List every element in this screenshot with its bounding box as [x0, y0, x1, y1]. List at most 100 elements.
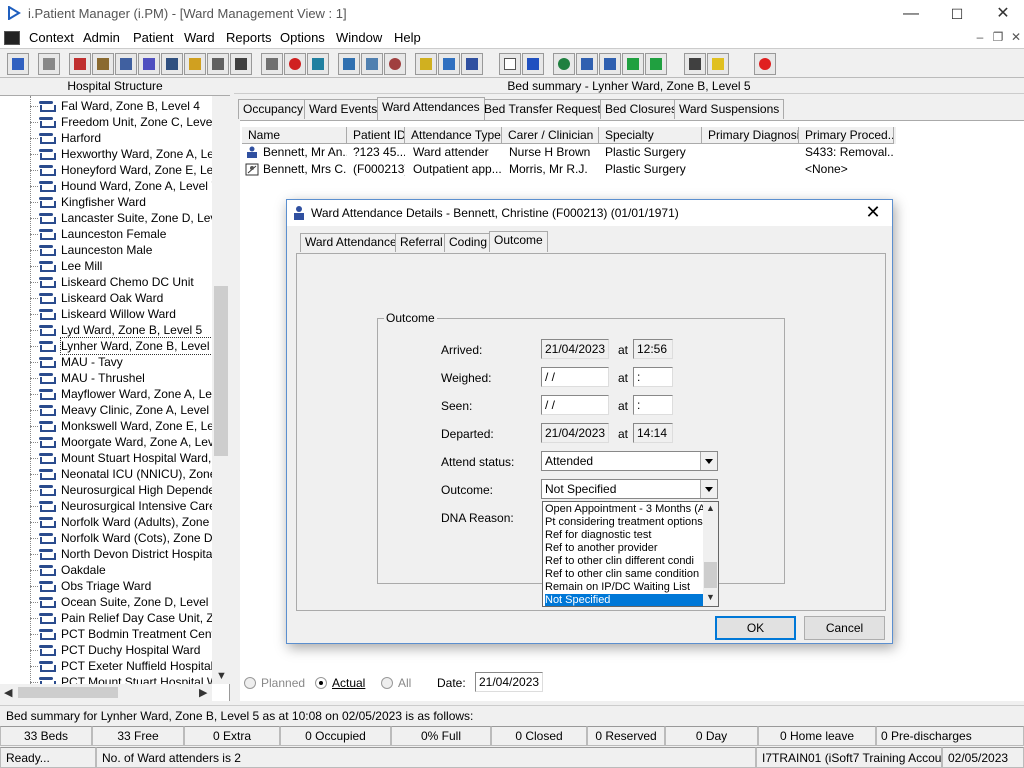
- table-row[interactable]: Bennett, Mrs C... (F000213) Outpatient a…: [242, 161, 896, 178]
- hospital-tree[interactable]: Fal Ward, Zone B, Level 4 Freedom Unit, Z…: [0, 96, 212, 684]
- tree-item[interactable]: Oakdale: [30, 562, 106, 578]
- tree-item[interactable]: Lancaster Suite, Zone D, Level: [30, 210, 212, 226]
- warning-tool-icon[interactable]: [707, 53, 729, 75]
- tree-item[interactable]: Liskeard Willow Ward: [30, 306, 176, 322]
- outcome-dropdown-list[interactable]: Open Appointment - 3 Months (A Pt consid…: [542, 501, 719, 607]
- tree-item[interactable]: Lyd Ward, Zone B, Level 5: [30, 322, 202, 338]
- tree-item[interactable]: Lee Mill: [30, 258, 102, 274]
- mdi-minimize-button[interactable]: –: [972, 30, 988, 44]
- tree-item[interactable]: Pain Relief Day Case Unit, Zone: [30, 610, 212, 626]
- tree-item[interactable]: Meavy Clinic, Zone A, Level 5: [30, 402, 212, 418]
- scroll-left-icon[interactable]: ◀: [4, 686, 12, 699]
- timer-tool-icon[interactable]: [384, 53, 406, 75]
- document-tool-icon[interactable]: [499, 53, 521, 75]
- col-attendance-type[interactable]: Attendance Type: [405, 127, 502, 144]
- ward-tool-icon[interactable]: [261, 53, 283, 75]
- weighed-date-field[interactable]: / /: [541, 367, 609, 387]
- monitor-tool-icon[interactable]: [307, 53, 329, 75]
- tree-item[interactable]: Freedom Unit, Zone C, Level 12: [30, 114, 212, 130]
- tree-item[interactable]: MAU - Tavy: [30, 354, 123, 370]
- col-patient-id[interactable]: Patient ID: [347, 127, 405, 144]
- tree-item[interactable]: North Devon District Hospital W: [30, 546, 212, 562]
- mdi-system-icon[interactable]: [4, 31, 20, 45]
- scroll-up-icon[interactable]: ▲: [706, 503, 715, 513]
- schedule-tool-icon[interactable]: [361, 53, 383, 75]
- tab-ward-attendances[interactable]: Ward Attendances: [377, 97, 485, 120]
- menu-admin[interactable]: Admin: [83, 30, 120, 45]
- sync-tool-icon[interactable]: [645, 53, 667, 75]
- scroll-down-icon[interactable]: ▼: [216, 670, 227, 682]
- book-tool-icon[interactable]: [69, 53, 91, 75]
- dropdown-option[interactable]: Ref for diagnostic test: [545, 529, 703, 542]
- mdi-close-button[interactable]: ✕: [1008, 30, 1024, 44]
- menu-patient[interactable]: Patient: [133, 30, 173, 45]
- check-list-2-tool-icon[interactable]: [599, 53, 621, 75]
- chevron-down-icon[interactable]: [700, 452, 717, 470]
- transport-tool-icon[interactable]: [230, 53, 252, 75]
- arrived-date-field[interactable]: 21/04/2023: [541, 339, 609, 359]
- tree-item[interactable]: Harford: [30, 130, 101, 146]
- date-field[interactable]: 21/04/2023: [475, 672, 543, 692]
- tree-item[interactable]: Neurosurgical Intensive Care Ur: [30, 498, 212, 514]
- dropdown-option-selected[interactable]: Not Specified: [545, 594, 703, 606]
- tree-item[interactable]: Hexworthy Ward, Zone A, Leve: [30, 146, 212, 162]
- tree-item[interactable]: Lynher Ward, Zone B, Level 5: [30, 337, 212, 355]
- maximize-button[interactable]: ☐: [934, 0, 980, 28]
- dropdown-option[interactable]: Ref to other clin same condition: [545, 568, 703, 581]
- departed-time-field[interactable]: 14:14: [633, 423, 673, 443]
- scroll-thumb[interactable]: [214, 286, 228, 456]
- menu-context[interactable]: Context: [29, 30, 74, 45]
- tree-item[interactable]: Neurosurgical High Dependenc: [30, 482, 212, 498]
- tree-item[interactable]: Hound Ward, Zone A, Level 7: [30, 178, 212, 194]
- tree-horizontal-scrollbar[interactable]: ◀ ▶: [0, 684, 212, 701]
- tab-bed-closures[interactable]: Bed Closures: [600, 99, 683, 119]
- menu-options[interactable]: Options: [280, 30, 325, 45]
- globe-tool-icon[interactable]: [553, 53, 575, 75]
- dialog-tab-outcome[interactable]: Outcome: [489, 231, 548, 252]
- patient-search-tool-icon[interactable]: [7, 53, 29, 75]
- tree-item[interactable]: PCT Mount Stuart Hospital War: [30, 674, 212, 684]
- ok-button[interactable]: OK: [715, 616, 796, 640]
- tab-bed-transfer-requests[interactable]: Bed Transfer Requests: [479, 99, 612, 119]
- tree-item[interactable]: Honeyford Ward, Zone E, Leve: [30, 162, 212, 178]
- tree-item[interactable]: MAU - Thrushel: [30, 370, 145, 386]
- menu-reports[interactable]: Reports: [226, 30, 272, 45]
- departed-date-field[interactable]: 21/04/2023: [541, 423, 609, 443]
- dialog-tab-coding[interactable]: Coding: [444, 233, 493, 252]
- tree-item[interactable]: Launceston Male: [30, 242, 152, 258]
- seen-time-field[interactable]: :: [633, 395, 673, 415]
- scroll-right-icon[interactable]: ▶: [199, 686, 207, 699]
- dialog-close-button[interactable]: ✕: [862, 202, 884, 223]
- minimize-button[interactable]: —: [888, 0, 934, 28]
- menu-ward[interactable]: Ward: [184, 30, 215, 45]
- dropdown-scroll-thumb[interactable]: [704, 562, 717, 588]
- col-primary-diagnosis[interactable]: Primary Diagnosis: [702, 127, 799, 144]
- list-tool-icon[interactable]: [415, 53, 437, 75]
- edit-tool-icon[interactable]: [92, 53, 114, 75]
- ambulance-tool-icon[interactable]: [207, 53, 229, 75]
- menu-window[interactable]: Window: [336, 30, 382, 45]
- mail-tool-icon[interactable]: [138, 53, 160, 75]
- tree-item[interactable]: PCT Bodmin Treatment Centre: [30, 626, 212, 642]
- hscroll-thumb[interactable]: [18, 687, 118, 698]
- dialog-tab-ward-attendance[interactable]: Ward Attendance: [300, 233, 402, 252]
- mdi-restore-button[interactable]: ❐: [990, 30, 1006, 44]
- person-tool-icon[interactable]: [161, 53, 183, 75]
- attend-status-select[interactable]: Attended: [541, 451, 718, 471]
- tree-item[interactable]: PCT Duchy Hospital Ward: [30, 642, 200, 658]
- tree-item[interactable]: PCT Exeter Nuffield Hospital W: [30, 658, 212, 674]
- outcome-select[interactable]: Not Specified: [541, 479, 718, 499]
- register-tool-icon[interactable]: [115, 53, 137, 75]
- seen-date-field[interactable]: / /: [541, 395, 609, 415]
- dropdown-option[interactable]: Ref to other clin different condi: [545, 555, 703, 568]
- tree-item[interactable]: Launceston Female: [30, 226, 166, 242]
- tree-item[interactable]: Norfolk Ward (Cots), Zone D, Le: [30, 530, 212, 546]
- tree-vertical-scrollbar[interactable]: [212, 96, 230, 684]
- bed-tool-icon[interactable]: [461, 53, 483, 75]
- dropdown-scrollbar[interactable]: ▲ ▼: [703, 502, 718, 606]
- tree-item[interactable]: Obs Triage Ward: [30, 578, 151, 594]
- refresh-tool-icon[interactable]: [622, 53, 644, 75]
- col-carer-clinician[interactable]: Carer / Clinician: [502, 127, 599, 144]
- tree-item[interactable]: Fal Ward, Zone B, Level 4: [30, 98, 200, 114]
- vehicle-tool-icon[interactable]: [438, 53, 460, 75]
